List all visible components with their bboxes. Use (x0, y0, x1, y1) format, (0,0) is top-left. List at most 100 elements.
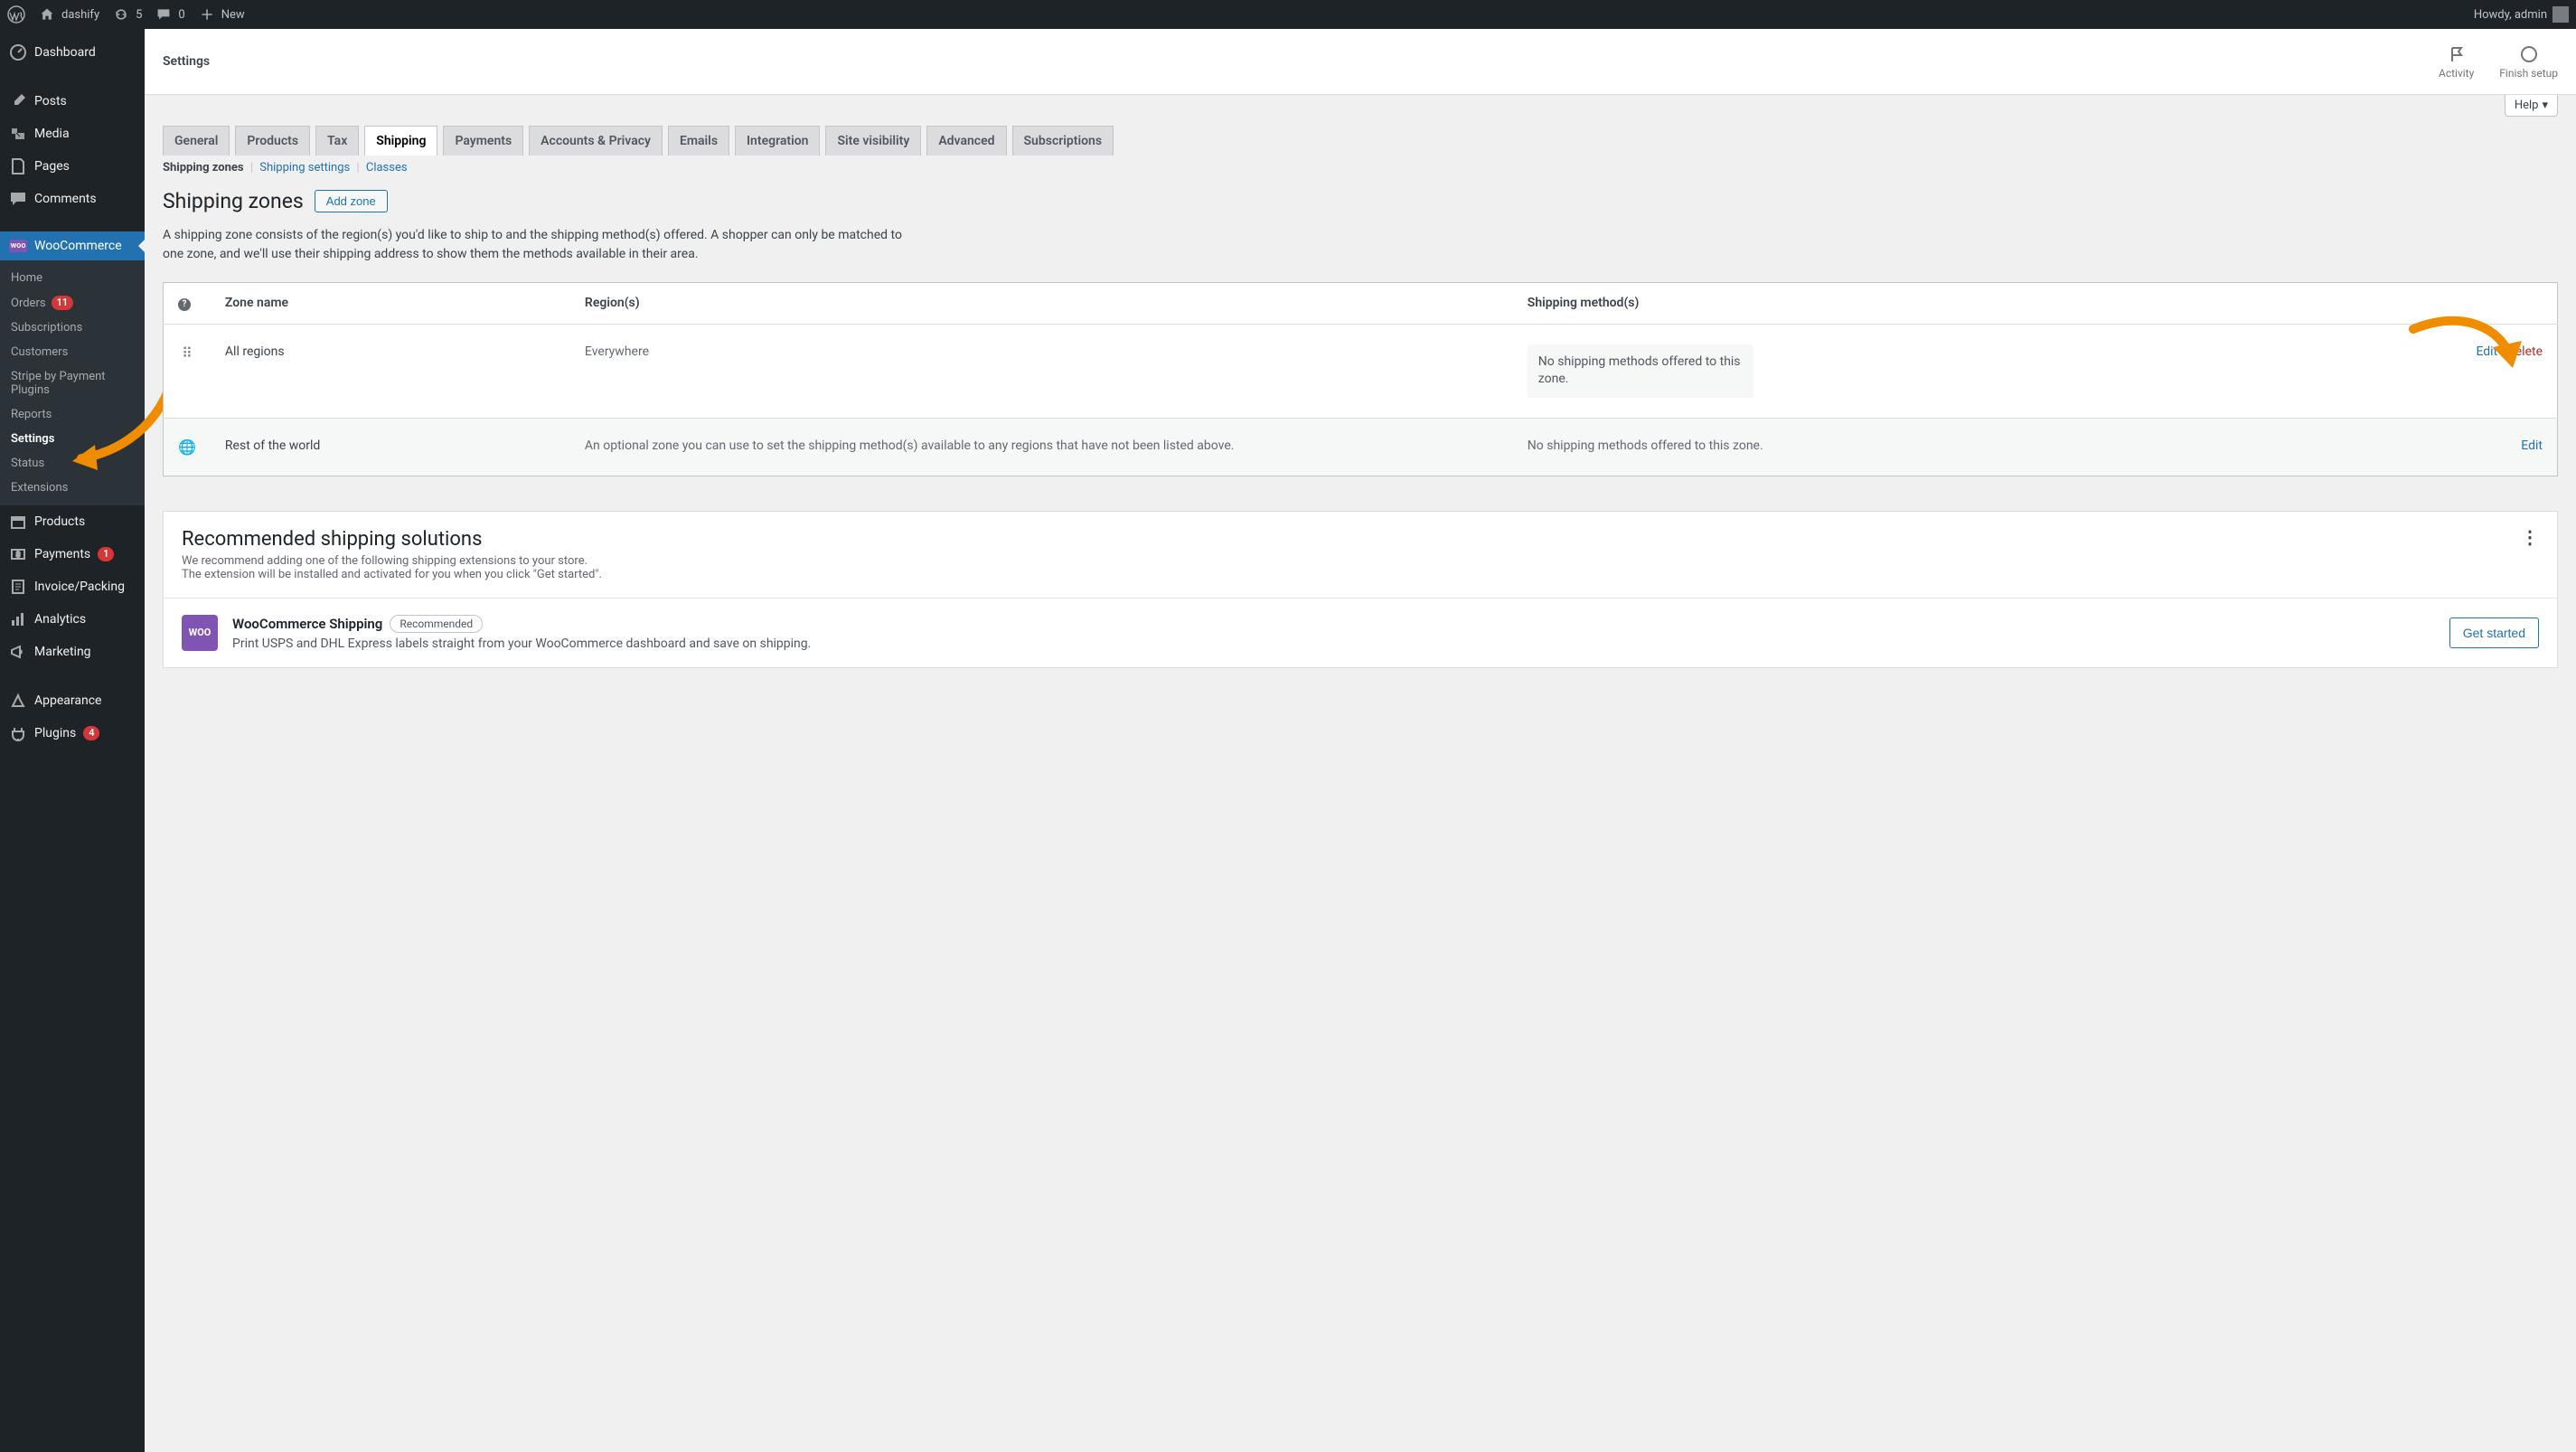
admin-sidebar: Dashboard Posts Media Pages Comments woo… (0, 29, 145, 1452)
subtab-classes[interactable]: Classes (366, 161, 408, 174)
col-zone-name: Zone name (211, 283, 570, 325)
col-methods: Shipping method(s) (1513, 283, 2280, 325)
site-name: dashify (61, 8, 99, 22)
sidebar-item-pages[interactable]: Pages (0, 150, 145, 183)
get-started-button[interactable]: Get started (2449, 618, 2539, 648)
sidebar-item-label: Marketing (34, 645, 91, 659)
submenu-item-subscriptions[interactable]: Subscriptions (0, 316, 145, 340)
home-icon (38, 5, 56, 24)
sidebar-item-dashboard[interactable]: Dashboard (0, 36, 145, 69)
new-link[interactable]: New (198, 5, 245, 24)
zone-methods-cell: No shipping methods offered to this zone… (1513, 418, 2280, 476)
submenu-item-stripe[interactable]: Stripe by Payment Plugins (0, 364, 145, 402)
tab-tax[interactable]: Tax (315, 126, 359, 156)
submenu-item-reports[interactable]: Reports (0, 402, 145, 427)
sidebar-item-analytics[interactable]: Analytics (0, 603, 145, 636)
media-icon (9, 125, 27, 143)
sidebar-item-label: Posts (34, 94, 67, 108)
kebab-menu-icon[interactable]: ⋮ (2521, 528, 2539, 546)
recommended-panel: Recommended shipping solutions We recomm… (163, 511, 2558, 668)
shipping-zones-heading: Shipping zones (163, 189, 304, 213)
zone-name-cell: All regions (211, 324, 570, 418)
reco-line2: The extension will be installed and acti… (182, 568, 602, 581)
comments-link[interactable]: 0 (155, 5, 184, 24)
submenu-item-label: Subscriptions (11, 321, 82, 335)
help-tooltip-icon[interactable]: ? (178, 298, 191, 311)
sidebar-item-media[interactable]: Media (0, 118, 145, 150)
wordpress-icon (7, 5, 25, 24)
table-row: ⠿ All regions Everywhere No shipping met… (164, 324, 2558, 418)
finish-setup-button[interactable]: Finish setup (2499, 43, 2558, 80)
submenu-item-settings[interactable]: Settings (0, 427, 145, 451)
count-badge: 1 (98, 547, 114, 561)
tab-shipping[interactable]: Shipping (364, 126, 437, 156)
shipping-zones-table: ? Zone name Region(s) Shipping method(s)… (163, 282, 2558, 476)
submenu-item-label: Status (11, 457, 44, 470)
sidebar-item-label: WooCommerce (34, 239, 122, 253)
subtab-zones[interactable]: Shipping zones (163, 161, 244, 174)
help-label: Help (2515, 99, 2539, 112)
sidebar-item-comments[interactable]: Comments (0, 183, 145, 215)
tab-advanced[interactable]: Advanced (926, 126, 1006, 156)
tab-subscriptions[interactable]: Subscriptions (1012, 126, 1114, 156)
submenu-item-label: Stripe by Payment Plugins (11, 370, 134, 397)
submenu-item-label: Home (11, 271, 42, 285)
sidebar-item-products[interactable]: Products (0, 505, 145, 538)
wp-logo-link[interactable] (7, 5, 25, 24)
tab-accounts[interactable]: Accounts & Privacy (529, 126, 663, 156)
tab-products[interactable]: Products (235, 126, 310, 156)
page-icon (9, 157, 27, 175)
shipping-subtabs: Shipping zones | Shipping settings | Cla… (145, 156, 2576, 180)
edit-zone-link[interactable]: Edit (2521, 438, 2543, 453)
sidebar-item-payments[interactable]: $ Payments 1 (0, 538, 145, 570)
tab-visibility[interactable]: Site visibility (825, 126, 921, 156)
submenu-item-label: Customers (11, 345, 68, 359)
page-header: Settings Activity Finish setup (145, 29, 2576, 95)
sidebar-item-woocommerce[interactable]: woo WooCommerce (0, 231, 145, 260)
pin-icon (9, 92, 27, 110)
woo-icon: woo (9, 240, 27, 252)
page-title: Settings (163, 54, 210, 69)
submenu-item-home[interactable]: Home (0, 266, 145, 290)
tab-payments[interactable]: Payments (443, 126, 523, 156)
submenu-item-orders[interactable]: Orders11 (0, 290, 145, 316)
sidebar-item-label: Invoice/Packing (34, 580, 125, 594)
help-tab[interactable]: Help ▾ (2505, 95, 2558, 117)
plugins-icon (9, 724, 27, 742)
subtab-settings[interactable]: Shipping settings (259, 161, 350, 174)
sidebar-item-marketing[interactable]: Marketing (0, 636, 145, 668)
drag-handle-icon[interactable]: ⠿ (182, 344, 193, 362)
submenu-item-extensions[interactable]: Extensions (0, 476, 145, 500)
activity-button[interactable]: Activity (2439, 43, 2474, 80)
sidebar-item-label: Products (34, 514, 85, 529)
reco-description: Print USPS and DHL Express labels straig… (232, 636, 2435, 651)
submenu-item-label: Settings (11, 432, 54, 446)
finish-setup-label: Finish setup (2499, 67, 2558, 80)
account-link[interactable]: Howdy, admin (2474, 6, 2569, 23)
site-link[interactable]: dashify (38, 5, 99, 24)
sidebar-item-label: Payments (34, 547, 90, 561)
reco-title: WooCommerce Shipping (232, 616, 382, 632)
invoice-icon (9, 578, 27, 596)
sidebar-item-label: Comments (34, 192, 97, 206)
progress-circle-icon (2499, 43, 2558, 65)
edit-zone-link[interactable]: Edit (2476, 344, 2497, 359)
sidebar-item-appearance[interactable]: Appearance (0, 684, 145, 717)
avatar-icon (2552, 6, 2569, 23)
zone-regions-cell: An optional zone you can use to set the … (570, 418, 1513, 476)
submenu-item-status[interactable]: Status (0, 451, 145, 476)
updates-link[interactable]: 5 (112, 5, 142, 24)
sidebar-item-label: Plugins (34, 726, 76, 740)
sidebar-item-posts[interactable]: Posts (0, 85, 145, 118)
globe-icon: 🌐 (178, 438, 196, 456)
sidebar-item-invoice[interactable]: Invoice/Packing (0, 570, 145, 603)
tab-integration[interactable]: Integration (735, 126, 820, 156)
submenu-item-customers[interactable]: Customers (0, 340, 145, 364)
sidebar-item-plugins[interactable]: Plugins 4 (0, 717, 145, 750)
tab-general[interactable]: General (163, 126, 230, 156)
dashboard-icon (9, 43, 27, 61)
add-zone-button[interactable]: Add zone (315, 190, 388, 212)
payments-icon: $ (9, 545, 27, 563)
tab-emails[interactable]: Emails (668, 126, 729, 156)
delete-zone-link[interactable]: Delete (2507, 344, 2543, 359)
